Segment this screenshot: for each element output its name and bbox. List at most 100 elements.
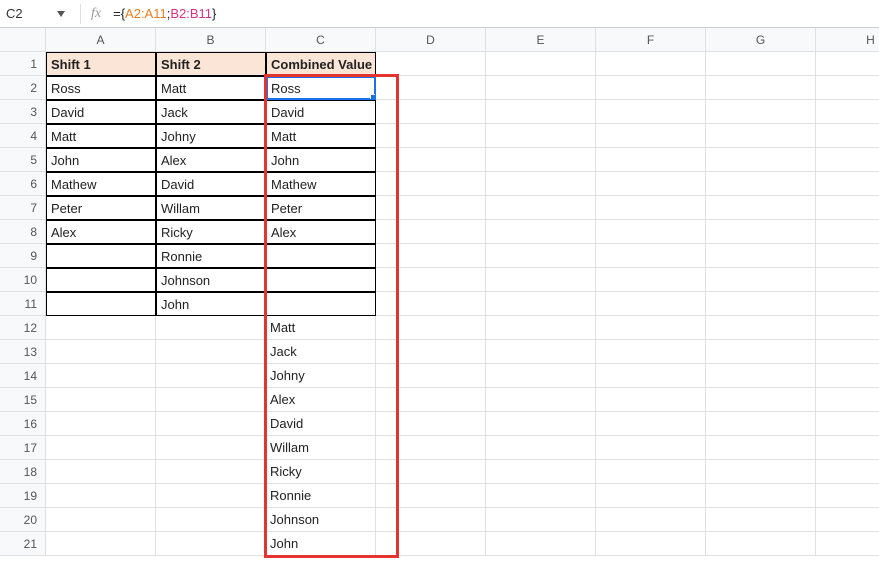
cell-A2[interactable]: Ross [46, 76, 156, 100]
row-header-4[interactable]: 4 [0, 124, 46, 148]
cell-H4[interactable] [816, 124, 879, 148]
cell-C1[interactable]: Combined Value [266, 52, 376, 76]
cell-D16[interactable] [376, 412, 486, 436]
cell-F13[interactable] [596, 340, 706, 364]
cell-A19[interactable] [46, 484, 156, 508]
cell-C6[interactable]: Mathew [266, 172, 376, 196]
cell-H20[interactable] [816, 508, 879, 532]
row-header-18[interactable]: 18 [0, 460, 46, 484]
formula-input[interactable]: ={A2:A11;B2:B11} [113, 6, 879, 21]
cell-D5[interactable] [376, 148, 486, 172]
cell-A13[interactable] [46, 340, 156, 364]
cell-D1[interactable] [376, 52, 486, 76]
column-header-D[interactable]: D [376, 28, 486, 52]
cell-G16[interactable] [706, 412, 816, 436]
row-header-6[interactable]: 6 [0, 172, 46, 196]
cell-D21[interactable] [376, 532, 486, 556]
row-header-14[interactable]: 14 [0, 364, 46, 388]
cell-D18[interactable] [376, 460, 486, 484]
column-header-A[interactable]: A [46, 28, 156, 52]
cell-G10[interactable] [706, 268, 816, 292]
cell-D19[interactable] [376, 484, 486, 508]
cell-E4[interactable] [486, 124, 596, 148]
cell-F9[interactable] [596, 244, 706, 268]
cell-A5[interactable]: John [46, 148, 156, 172]
cell-C5[interactable]: John [266, 148, 376, 172]
column-header-C[interactable]: C [266, 28, 376, 52]
row-header-12[interactable]: 12 [0, 316, 46, 340]
row-header-10[interactable]: 10 [0, 268, 46, 292]
cell-C16[interactable]: David [266, 412, 376, 436]
cell-G4[interactable] [706, 124, 816, 148]
cell-E19[interactable] [486, 484, 596, 508]
cell-A4[interactable]: Matt [46, 124, 156, 148]
cell-H13[interactable] [816, 340, 879, 364]
cell-G19[interactable] [706, 484, 816, 508]
cell-D20[interactable] [376, 508, 486, 532]
cell-B19[interactable] [156, 484, 266, 508]
cell-E12[interactable] [486, 316, 596, 340]
cell-D10[interactable] [376, 268, 486, 292]
cell-C14[interactable]: Johny [266, 364, 376, 388]
cell-E11[interactable] [486, 292, 596, 316]
cell-C4[interactable]: Matt [266, 124, 376, 148]
cell-C13[interactable]: Jack [266, 340, 376, 364]
cell-H7[interactable] [816, 196, 879, 220]
cell-F3[interactable] [596, 100, 706, 124]
cell-E8[interactable] [486, 220, 596, 244]
cell-C10[interactable] [266, 268, 376, 292]
cell-F19[interactable] [596, 484, 706, 508]
cell-B1[interactable]: Shift 2 [156, 52, 266, 76]
cell-F4[interactable] [596, 124, 706, 148]
cell-E21[interactable] [486, 532, 596, 556]
cell-A1[interactable]: Shift 1 [46, 52, 156, 76]
cell-C3[interactable]: David [266, 100, 376, 124]
cell-H10[interactable] [816, 268, 879, 292]
row-header-8[interactable]: 8 [0, 220, 46, 244]
cell-F17[interactable] [596, 436, 706, 460]
cell-E1[interactable] [486, 52, 596, 76]
cell-C19[interactable]: Ronnie [266, 484, 376, 508]
cell-G18[interactable] [706, 460, 816, 484]
cell-G8[interactable] [706, 220, 816, 244]
cell-C18[interactable]: Ricky [266, 460, 376, 484]
cell-D13[interactable] [376, 340, 486, 364]
cell-G13[interactable] [706, 340, 816, 364]
cell-E13[interactable] [486, 340, 596, 364]
cell-G12[interactable] [706, 316, 816, 340]
cell-B2[interactable]: Matt [156, 76, 266, 100]
cell-A3[interactable]: David [46, 100, 156, 124]
cell-G3[interactable] [706, 100, 816, 124]
cell-H5[interactable] [816, 148, 879, 172]
cell-B14[interactable] [156, 364, 266, 388]
cell-D15[interactable] [376, 388, 486, 412]
cell-F18[interactable] [596, 460, 706, 484]
cell-B6[interactable]: David [156, 172, 266, 196]
cell-C12[interactable]: Matt [266, 316, 376, 340]
cell-B13[interactable] [156, 340, 266, 364]
cell-H21[interactable] [816, 532, 879, 556]
cell-H3[interactable] [816, 100, 879, 124]
cell-H9[interactable] [816, 244, 879, 268]
cell-A11[interactable] [46, 292, 156, 316]
cell-G21[interactable] [706, 532, 816, 556]
cell-G6[interactable] [706, 172, 816, 196]
cell-E9[interactable] [486, 244, 596, 268]
cell-H8[interactable] [816, 220, 879, 244]
cell-A9[interactable] [46, 244, 156, 268]
column-header-G[interactable]: G [706, 28, 816, 52]
cell-C2[interactable]: Ross [266, 76, 376, 100]
cell-H19[interactable] [816, 484, 879, 508]
cell-D3[interactable] [376, 100, 486, 124]
cell-B5[interactable]: Alex [156, 148, 266, 172]
cell-H6[interactable] [816, 172, 879, 196]
spreadsheet-grid[interactable]: ABCDEFGH1Shift 1Shift 2Combined Value2Ro… [0, 28, 879, 556]
cell-E20[interactable] [486, 508, 596, 532]
cell-A8[interactable]: Alex [46, 220, 156, 244]
cell-D4[interactable] [376, 124, 486, 148]
cell-A7[interactable]: Peter [46, 196, 156, 220]
cell-F21[interactable] [596, 532, 706, 556]
cell-C20[interactable]: Johnson [266, 508, 376, 532]
row-header-20[interactable]: 20 [0, 508, 46, 532]
column-header-B[interactable]: B [156, 28, 266, 52]
